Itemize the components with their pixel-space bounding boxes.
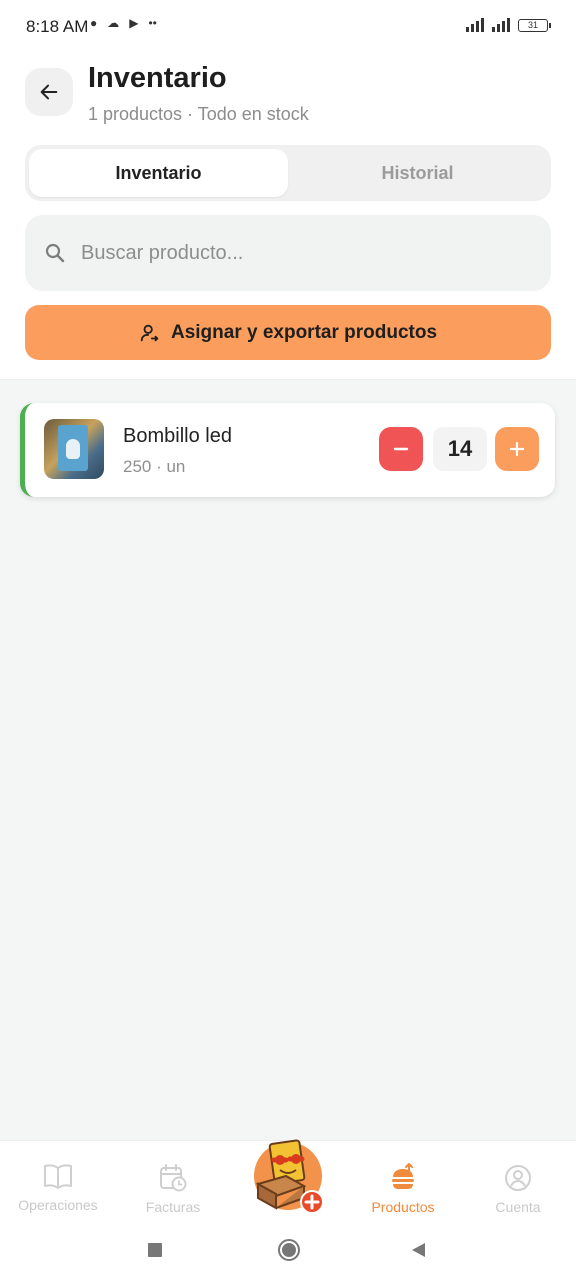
search-icon bbox=[45, 243, 65, 263]
status-bar: 8:18 AM ● ☁ ▶ •• 31 bbox=[0, 0, 576, 52]
product-card[interactable]: Bombillo led 250 · un 14 bbox=[20, 403, 555, 497]
nav-operaciones-label: Operaciones bbox=[18, 1197, 98, 1213]
search-input[interactable] bbox=[81, 241, 501, 265]
assign-export-label: Asignar y exportar productos bbox=[170, 321, 438, 343]
arrow-left-icon bbox=[40, 84, 58, 100]
product-meta: 250 · un bbox=[123, 457, 186, 476]
recents-button[interactable] bbox=[140, 1238, 170, 1262]
add-product-fab[interactable] bbox=[252, 1136, 326, 1214]
signal-icon-2 bbox=[492, 18, 510, 32]
user-circle-icon bbox=[505, 1165, 531, 1191]
nav-facturas[interactable]: Facturas bbox=[118, 1141, 228, 1221]
nav-cuenta-label: Cuenta bbox=[495, 1199, 541, 1215]
burger-icon bbox=[392, 1163, 414, 1189]
status-notifications: ● ☁ ▶ •• bbox=[90, 16, 157, 30]
tab-historial[interactable]: Historial bbox=[288, 149, 547, 197]
triangle-back-icon bbox=[412, 1243, 425, 1257]
home-button[interactable] bbox=[274, 1238, 304, 1262]
assign-export-button[interactable]: Asignar y exportar productos bbox=[25, 305, 551, 360]
add-product-fab-icon bbox=[254, 1139, 324, 1214]
calendar-clock-icon bbox=[160, 1164, 187, 1192]
status-time: 8:18 AM bbox=[26, 17, 89, 36]
increase-button[interactable] bbox=[495, 427, 539, 471]
home-circle-icon bbox=[278, 1239, 300, 1261]
decrease-button[interactable] bbox=[379, 427, 423, 471]
cloud-icon: ☁ bbox=[107, 16, 120, 30]
nav-operaciones[interactable]: Operaciones bbox=[3, 1141, 113, 1221]
minus-icon bbox=[393, 447, 409, 451]
back-system-button[interactable] bbox=[403, 1238, 433, 1262]
book-open-icon bbox=[44, 1164, 72, 1189]
nav-productos[interactable]: Productos bbox=[348, 1141, 458, 1221]
chat-icon: ● bbox=[90, 16, 98, 30]
user-assign-icon bbox=[140, 324, 159, 341]
nav-cuenta[interactable]: Cuenta bbox=[463, 1141, 573, 1221]
product-name: Bombillo led bbox=[123, 425, 232, 447]
nav-productos-label: Productos bbox=[371, 1199, 435, 1215]
system-navigation-bar bbox=[0, 1220, 576, 1280]
status-indicators: 31 bbox=[466, 18, 551, 32]
page-title: Inventario bbox=[88, 62, 227, 94]
search-bar bbox=[25, 215, 551, 291]
more-dots-icon: •• bbox=[148, 16, 157, 30]
quantity-value[interactable]: 14 bbox=[433, 427, 487, 471]
back-button[interactable] bbox=[25, 68, 73, 116]
battery-icon: 31 bbox=[518, 18, 551, 32]
page-subtitle: 1 productos · Todo en stock bbox=[88, 104, 309, 124]
tab-bar: Inventario Historial bbox=[25, 145, 551, 201]
tab-inventario[interactable]: Inventario bbox=[29, 149, 288, 197]
product-thumbnail bbox=[44, 419, 104, 479]
nav-facturas-label: Facturas bbox=[145, 1199, 201, 1215]
square-icon bbox=[148, 1243, 162, 1257]
signal-icon bbox=[466, 18, 484, 32]
play-icon: ▶ bbox=[129, 16, 139, 30]
plus-icon bbox=[509, 441, 525, 457]
